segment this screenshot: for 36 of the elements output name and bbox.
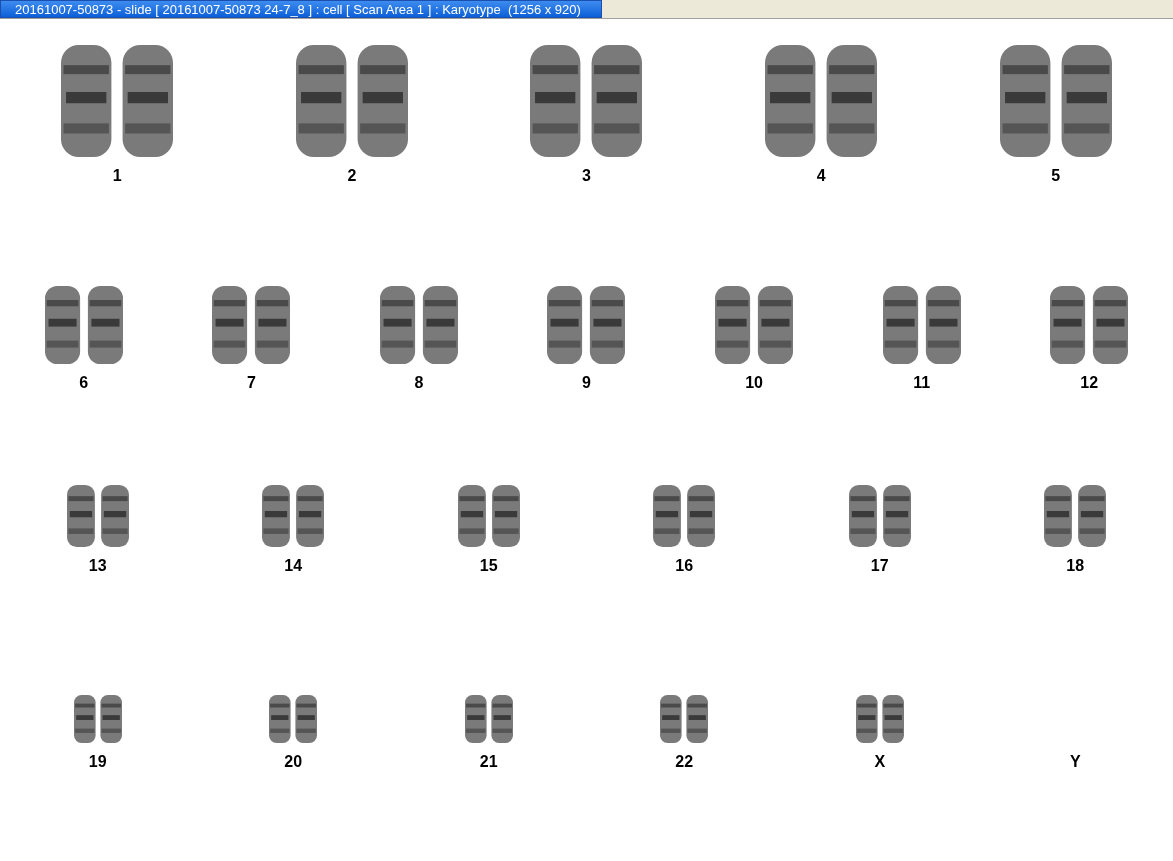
- chromosome-pair-drawing: [1044, 485, 1107, 547]
- chromosome-label: 14: [284, 557, 303, 575]
- chromosome-label: 18: [1066, 557, 1085, 575]
- chromosome-label: 13: [88, 557, 107, 575]
- chromosome-pair-drawing: [855, 695, 904, 743]
- chromosome-label: 3: [582, 167, 591, 185]
- chromosome-label: 10: [745, 374, 763, 392]
- chromosome-pair-drawing: [269, 695, 318, 743]
- chromosome-label: 9: [582, 374, 591, 392]
- window-title: 20161007-50873 - slide [ 20161007-50873 24-7_8 ] : cell [ Scan Area 1 ] : Karyotype (1256 x 920): [0, 0, 602, 18]
- chromosome-label: 4: [816, 167, 826, 185]
- chromosome-label: 12: [1080, 374, 1099, 392]
- chromosome-pair-drawing: [848, 485, 911, 547]
- chromosome-label: 19: [88, 753, 107, 771]
- chromosome-label: 21: [479, 753, 498, 771]
- chromosome-label: 6: [79, 374, 89, 392]
- chromosome-label: 2: [347, 167, 357, 185]
- chromosome-pair-drawing: [262, 485, 325, 547]
- chromosome-label: 11: [913, 374, 931, 392]
- chromosome-label: 16: [675, 557, 694, 575]
- chromosome-label: X: [874, 753, 886, 771]
- chromosome-pair-drawing: [66, 485, 129, 547]
- chromosome-label: 7: [246, 374, 256, 392]
- chromosome-pair-drawing: [457, 485, 520, 547]
- chromosome-label: Y: [1069, 753, 1081, 771]
- chromosome-label: 15: [479, 557, 498, 575]
- chromosome-label: 1: [112, 167, 122, 185]
- chromosome-label: 20: [284, 753, 303, 771]
- chromosome-pair-drawing: [73, 695, 122, 743]
- chromosome-pair-drawing: [653, 485, 716, 547]
- chromosome-label: 17: [870, 557, 889, 575]
- chromosome-label: 22: [675, 753, 694, 771]
- chromosome-label: 5: [1051, 167, 1061, 185]
- chromosome-pair-drawing: [464, 695, 513, 743]
- chromosome-pair-drawing: [660, 695, 709, 743]
- chromosome-label: 8: [414, 374, 424, 392]
